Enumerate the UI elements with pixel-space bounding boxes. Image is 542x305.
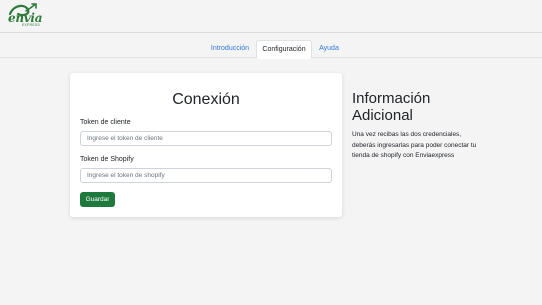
save-button[interactable]: Guardar (80, 192, 115, 207)
shopify-token-label: Token de Shopify (80, 156, 134, 163)
shopify-token-input[interactable] (80, 168, 332, 183)
tab-ayuda[interactable]: Ayuda (314, 40, 344, 58)
info-text: Una vez recibas las dos credenciales, de… (352, 131, 477, 159)
card-title: Conexión (172, 91, 240, 108)
tab-configuracion[interactable]: Configuración (256, 40, 312, 59)
logo-subtitle: EXPRESS (22, 23, 40, 27)
tab-bar: Introducción Configuración Ayuda (0, 40, 542, 59)
top-header: envia EXPRESS (0, 0, 542, 33)
tab-introduccion[interactable]: Introducción (204, 40, 256, 58)
connection-card: Conexión Token de cliente Token de Shopi… (70, 73, 342, 217)
info-title: Información Adicional (352, 90, 431, 124)
client-token-label: Token de cliente (80, 119, 131, 126)
client-token-input[interactable] (80, 131, 332, 146)
